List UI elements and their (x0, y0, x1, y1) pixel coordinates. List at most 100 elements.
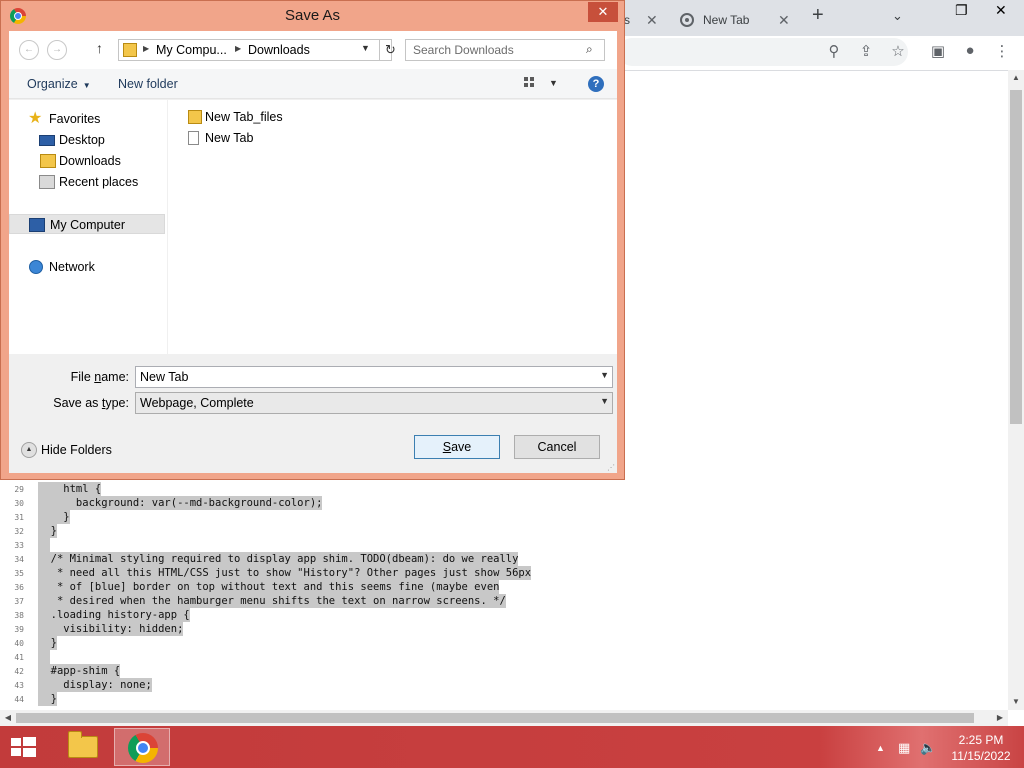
label-text: File (70, 370, 95, 384)
source-code-text: .loading history-app { (38, 608, 190, 622)
forward-arrow-icon[interactable]: → (47, 40, 67, 60)
file-name-combobox: ▼ (135, 366, 613, 388)
back-arrow-icon[interactable]: ← (19, 40, 39, 60)
organize-label: Organize (27, 77, 78, 91)
nav-downloads[interactable]: Downloads (9, 151, 165, 171)
nav-item-label: Downloads (59, 154, 121, 168)
organize-menu[interactable]: Organize ▼ (27, 77, 91, 91)
resize-grip-icon[interactable]: ⋰ (607, 463, 615, 472)
source-code-text: * of [blue] border on top without text a… (38, 580, 500, 594)
help-icon[interactable]: ? (588, 76, 604, 92)
line-number: 43 (14, 681, 24, 690)
horizontal-scrollbar[interactable]: ◀ ▶ (0, 710, 1008, 726)
hide-folders-toggle[interactable]: ▲ Hide Folders (21, 440, 121, 460)
tab-close-icon[interactable]: ✕ (778, 12, 790, 29)
scroll-up-arrow-icon[interactable]: ▲ (1008, 70, 1024, 86)
windows-logo-pane (23, 737, 36, 746)
cancel-button[interactable]: Cancel (514, 435, 600, 459)
address-dropdown-icon[interactable]: ▼ (361, 43, 370, 53)
new-folder-button[interactable]: New folder (118, 77, 178, 91)
scroll-down-arrow-icon[interactable]: ▼ (1008, 694, 1024, 710)
breadcrumb-my-computer[interactable]: My Compu... (156, 43, 227, 57)
line-number: 32 (14, 527, 24, 536)
source-line: 30 background: var(--md-background-color… (0, 496, 1008, 510)
nav-recent-places[interactable]: Recent places (9, 172, 165, 192)
view-options-icon[interactable] (524, 77, 538, 89)
line-number: 30 (14, 499, 24, 508)
source-line: 41 (0, 650, 1008, 664)
address-breadcrumb[interactable]: ▶ My Compu... ▶ Downloads ▼ ↻ (118, 39, 396, 61)
breadcrumb-chevron-icon[interactable]: ▶ (143, 44, 149, 53)
breadcrumb-downloads[interactable]: Downloads (248, 43, 310, 57)
search-icon[interactable]: ⌕ (586, 42, 593, 57)
save-button[interactable]: Save (414, 435, 500, 459)
close-window-icon[interactable]: ✕ (995, 2, 1007, 19)
line-number: 29 (14, 485, 24, 494)
taskbar-file-explorer[interactable] (54, 728, 110, 766)
menu-kebab-icon[interactable]: ⋮ (992, 42, 1012, 62)
dialog-title: Save As (284, 7, 341, 24)
nav-favorites[interactable]: ★ Favorites (9, 109, 165, 129)
dialog-close-button[interactable]: ✕ (588, 2, 618, 22)
button-accesskey: S (442, 440, 452, 454)
new-tab-plus-icon[interactable]: + (812, 4, 824, 27)
source-code-text: display: none; (38, 678, 152, 692)
source-code-text: } (38, 692, 57, 706)
windows-logo-icon (11, 738, 21, 746)
tab-close-icon[interactable]: ✕ (646, 12, 658, 29)
line-number: 35 (14, 569, 24, 578)
taskbar (0, 726, 1024, 768)
refresh-icon[interactable]: ↻ (379, 40, 401, 60)
bookmark-star-icon[interactable]: ☆ (888, 42, 908, 62)
file-name-field[interactable] (136, 367, 591, 387)
network-globe-icon (29, 260, 43, 274)
start-button[interactable] (0, 726, 46, 768)
scroll-right-arrow-icon[interactable]: ▶ (992, 710, 1008, 726)
downloads-folder-icon (40, 154, 56, 168)
line-number: 40 (14, 639, 24, 648)
source-line: 38 .loading history-app { (0, 608, 1008, 622)
source-line: 31 } (0, 510, 1008, 524)
browser-tab-new-tab[interactable]: New Tab ✕ (672, 6, 798, 34)
breadcrumb-chevron-icon[interactable]: ▶ (235, 44, 241, 53)
network-tray-icon[interactable]: ▦ (898, 740, 910, 756)
scroll-thumb[interactable] (16, 713, 974, 723)
dialog-titlebar[interactable]: Save As ✕ (1, 1, 624, 31)
source-code-text: html { (38, 482, 102, 496)
line-number: 38 (14, 611, 24, 620)
line-number: 44 (14, 695, 24, 704)
share-icon[interactable]: ⇪ (856, 42, 876, 62)
source-code-text: /* Minimal styling required to display a… (38, 552, 519, 566)
scroll-left-arrow-icon[interactable]: ◀ (0, 710, 16, 726)
zoom-icon[interactable]: ⚲ (824, 42, 844, 62)
source-code-text: } (38, 524, 57, 538)
vertical-scrollbar[interactable]: ▲ ▼ (1008, 70, 1024, 710)
show-hidden-icons-icon[interactable]: ▲ (876, 743, 885, 753)
file-name-row: File name: ▼ (9, 366, 617, 390)
nav-my-computer[interactable]: My Computer (9, 214, 165, 234)
scroll-thumb[interactable] (1010, 90, 1022, 424)
browser-tab-partial[interactable]: s ✕ (618, 6, 668, 34)
side-panel-icon[interactable]: ▣ (928, 42, 948, 62)
recent-places-icon (39, 175, 55, 189)
up-arrow-icon[interactable]: ↑ (96, 40, 103, 56)
label-text: ame: (101, 370, 129, 384)
chevron-down-icon[interactable]: ▼ (600, 370, 609, 380)
list-item[interactable]: New Tab_files (188, 107, 388, 127)
clock[interactable]: 2:25 PM 11/15/2022 (946, 732, 1016, 764)
source-line: 32 } (0, 524, 1008, 538)
view-dropdown-icon[interactable]: ▼ (549, 78, 558, 88)
nav-network[interactable]: Network (9, 257, 165, 277)
restore-window-icon[interactable]: ❐ (955, 2, 968, 19)
profile-avatar-icon[interactable]: ● (960, 42, 980, 62)
tab-search-chevron-icon[interactable]: ⌄ (892, 8, 903, 24)
nav-desktop[interactable]: Desktop (9, 130, 165, 150)
volume-icon[interactable]: 🔈 (920, 740, 936, 756)
search-input[interactable] (406, 40, 582, 60)
chevron-down-icon: ▼ (600, 396, 609, 406)
taskbar-chrome[interactable] (114, 728, 170, 766)
source-code-text: * desired when the hamburger menu shifts… (38, 594, 506, 608)
line-number: 36 (14, 583, 24, 592)
save-type-select[interactable]: Webpage, Complete ▼ (135, 392, 613, 414)
list-item[interactable]: New Tab (188, 128, 388, 148)
